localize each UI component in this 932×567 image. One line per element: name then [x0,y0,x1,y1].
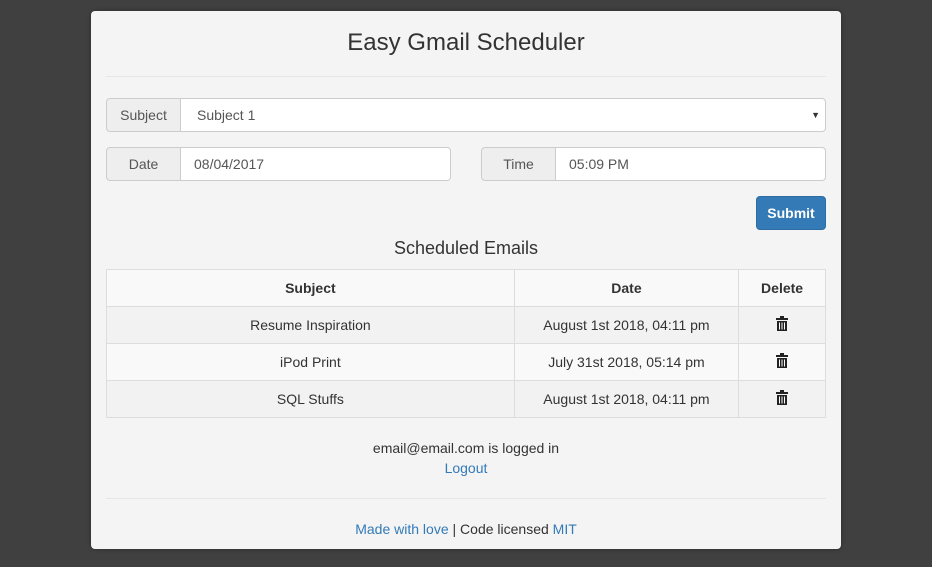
trash-icon[interactable] [776,353,789,371]
row-date: July 31st 2018, 05:14 pm [513,343,740,381]
row-subject: iPod Print [106,343,515,381]
row-delete-cell [738,343,826,381]
column-header-subject: Subject [106,269,515,307]
time-group: Time 05:09 PM [481,147,826,181]
table-header-row: Subject Date Delete [106,269,826,307]
main-card: Easy Gmail Scheduler Subject Subject 1 ▼… [91,11,841,549]
row-delete-cell [738,306,826,344]
column-header-date: Date [513,269,740,307]
column-header-delete: Delete [738,269,826,307]
subject-select-value: Subject 1 [197,107,256,123]
made-with-love-link[interactable]: Made with love [355,521,448,537]
date-addon: Date [106,147,181,181]
logged-in-status: email@email.com is logged in [372,440,560,456]
submit-button[interactable]: Submit [756,196,826,230]
license-text: | Code licensed [448,521,553,537]
trash-icon[interactable] [776,316,789,334]
footer: Made with love | Code licensed MIT [91,521,841,537]
time-addon: Time [481,147,556,181]
scheduled-emails-title: Scheduled Emails [393,238,539,258]
row-date: August 1st 2018, 04:11 pm [513,306,740,344]
table-row: iPod Print July 31st 2018, 05:14 pm [106,343,826,381]
logout-link[interactable]: Logout [91,460,841,476]
date-group: Date 08/04/2017 [106,147,451,181]
table-row: SQL Stuffs August 1st 2018, 04:11 pm [106,380,826,418]
scheduled-emails-table: Subject Date Delete Resume Inspiration A… [106,269,826,418]
subject-select[interactable]: Subject 1 ▼ [181,98,826,132]
page-title: Easy Gmail Scheduler [347,29,585,56]
time-input[interactable]: 05:09 PM [556,147,826,181]
table-row: Resume Inspiration August 1st 2018, 04:1… [106,306,826,344]
row-delete-cell [738,380,826,418]
header-divider [106,76,826,77]
date-input[interactable]: 08/04/2017 [181,147,451,181]
row-date: August 1st 2018, 04:11 pm [513,380,740,418]
mit-license-link[interactable]: MIT [553,521,577,537]
subject-group: Subject Subject 1 ▼ [106,98,826,132]
subject-addon: Subject [106,98,181,132]
row-subject: Resume Inspiration [106,306,515,344]
trash-icon[interactable] [776,390,789,408]
row-subject: SQL Stuffs [106,380,515,418]
footer-divider [106,498,826,499]
chevron-down-icon: ▼ [811,110,820,120]
